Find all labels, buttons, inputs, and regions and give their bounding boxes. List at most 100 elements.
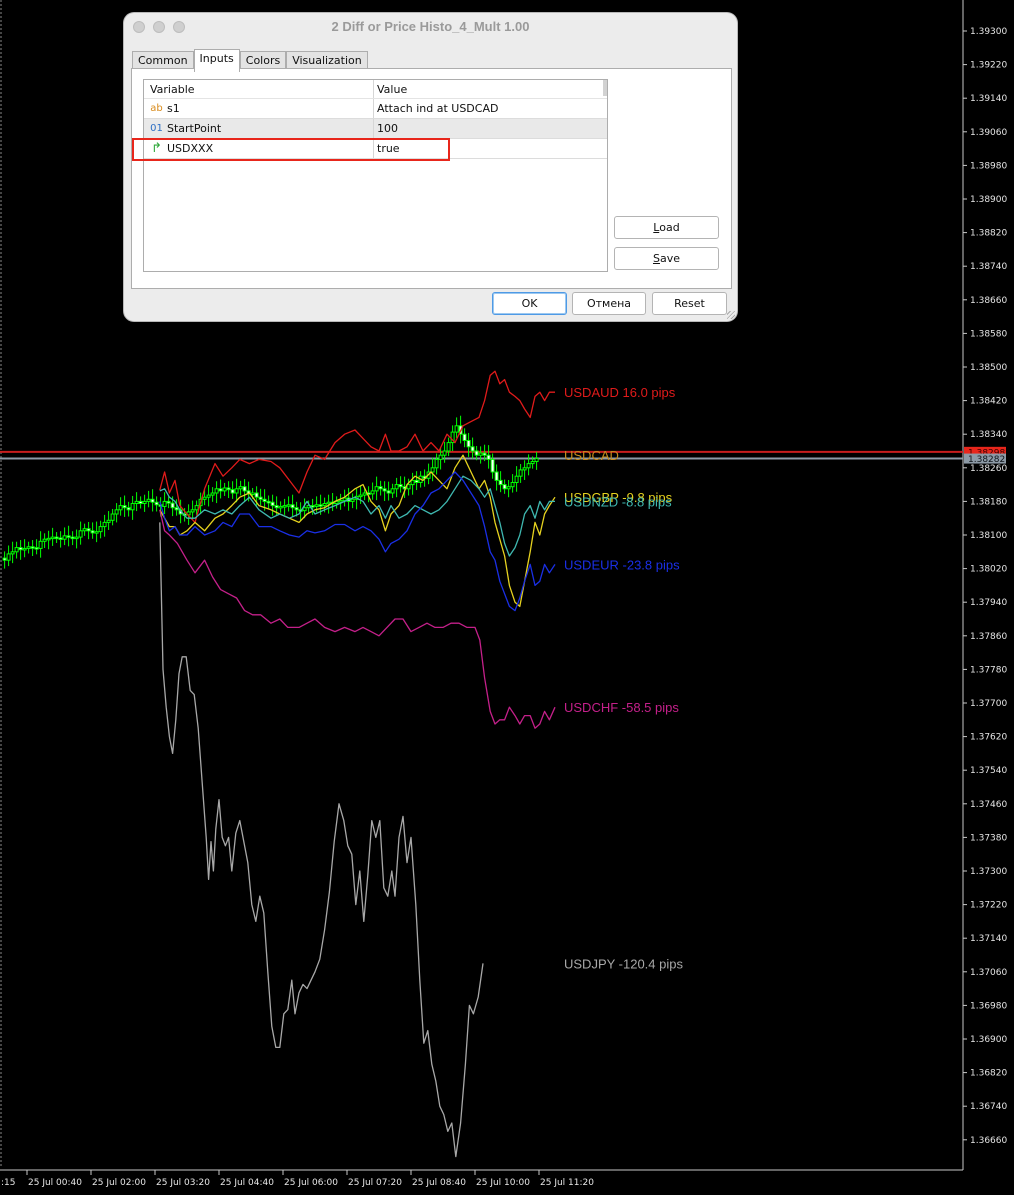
candle-body [370,490,375,495]
candle-body [506,486,511,490]
candle-body [362,492,367,496]
candle-body [218,488,223,492]
time-tick-label: 25 Jul 02:00 [92,1178,146,1188]
series-label-usdeur: USDEUR -23.8 pips [564,557,680,572]
candle-body [146,498,151,502]
candle-body [130,503,135,511]
candle-body [78,530,83,538]
string-icon: ab [150,103,163,114]
price-tick-label: 1.38820 [970,229,1007,239]
candle-body [250,492,255,495]
candle-body [470,446,475,452]
candle-body [382,488,387,492]
candle-body [170,502,175,509]
dialog-titlebar[interactable]: 2 Diff or Price Histo_4_Mult 1.00 [124,13,737,41]
value-cell[interactable]: 100 [374,119,607,138]
grid-row-startpoint[interactable]: 01 StartPoint 100 [144,119,607,139]
candle-body [286,504,291,507]
candle-body [46,537,51,541]
price-tags: 1.382981.38282 [964,446,1006,465]
candle-body [34,547,39,550]
candle-body [282,505,287,508]
price-tick-label: 1.37860 [970,632,1007,642]
time-tick-label: 25 Jul 04:40 [220,1178,274,1188]
candle-body [118,505,123,511]
price-tick-label: 1.37780 [970,665,1007,675]
candle-body [394,484,399,490]
time-tick-label: 25 Jul 07:20 [348,1178,402,1188]
candle-body [254,492,259,498]
load-label-rest: oad [659,221,680,234]
candle-body [210,492,215,496]
candle-body [410,479,415,486]
candle-body [262,498,267,502]
candle-body [70,536,75,540]
grid-row-s1[interactable]: ab s1 Attach ind at USDCAD [144,99,607,119]
reset-button[interactable]: Reset [652,292,727,315]
candle-body [486,454,491,460]
time-tick-label: 25 Jul 08:40 [412,1178,466,1188]
tab-inputs[interactable]: Inputs [193,49,240,72]
candle-body [358,494,363,498]
candle-body [258,496,263,500]
price-tick-label: 1.36900 [970,1035,1007,1045]
dialog-title: 2 Diff or Price Histo_4_Mult 1.00 [331,19,530,34]
value-cell[interactable]: true [374,139,607,158]
price-tick-label: 1.37940 [970,598,1007,608]
grid-row-usdxxx[interactable]: ↱ USDXXX true [144,139,607,159]
candle-body [278,505,283,509]
candle-body [90,530,95,534]
candle-body [62,535,67,540]
candle-body [434,458,439,469]
price-tick-label: 1.37620 [970,733,1007,743]
price-tick-label: 1.39220 [970,61,1007,71]
price-tick-label: 1.37140 [970,934,1007,944]
candle-body [526,463,531,469]
save-label-rest: ave [659,252,680,265]
candle-body [134,500,139,504]
price-tick-label: 1.38100 [970,531,1007,541]
price-tick-label: 1.39300 [970,27,1007,37]
price-tick-label: 1.38900 [970,195,1007,205]
candle-body [214,488,219,494]
candle-body [66,535,71,538]
load-button[interactable]: Load [614,216,719,239]
candle-body [22,547,27,551]
series-label-usdaud: USDAUD 16.0 pips [564,385,676,400]
ok-button[interactable]: OK [492,292,567,315]
variable-name: s1 [167,102,180,115]
time-tick-label: 25 Jul 06:00 [284,1178,338,1188]
candle-body [202,496,207,500]
grid-header: Variable Value [144,80,607,99]
price-tick-label: 1.37700 [970,699,1007,709]
candle-body [242,486,247,492]
resize-grip[interactable] [727,311,735,319]
time-tick-label: :15 [1,1178,15,1188]
candle-body [30,546,35,549]
column-header-value[interactable]: Value [374,80,607,98]
time-tick-label: 25 Jul 00:40 [28,1178,82,1188]
candle-body [270,501,275,507]
candle-body [390,488,395,494]
candle-body [238,486,243,490]
price-tick-label: 1.36740 [970,1102,1007,1112]
candle-body [26,546,31,549]
candle-body [430,467,435,473]
value-cell[interactable]: Attach ind at USDCAD [374,99,607,118]
column-header-variable[interactable]: Variable [144,80,374,98]
candle-body [474,450,479,456]
price-tick-label: 1.37300 [970,867,1007,877]
candle-body [150,498,155,503]
candle-body [454,425,459,433]
cancel-button[interactable]: Отмена [572,292,646,315]
time-tick-label: 25 Jul 10:00 [476,1178,530,1188]
candle-body [162,500,167,507]
candle-body [82,528,87,532]
candle-body [342,497,347,502]
candle-body [310,505,315,508]
grid-scrollbar[interactable] [603,80,607,96]
save-button[interactable]: Save [614,247,719,270]
price-tick-label: 1.38740 [970,262,1007,272]
candle-body [54,536,59,540]
candle-body [318,504,323,507]
